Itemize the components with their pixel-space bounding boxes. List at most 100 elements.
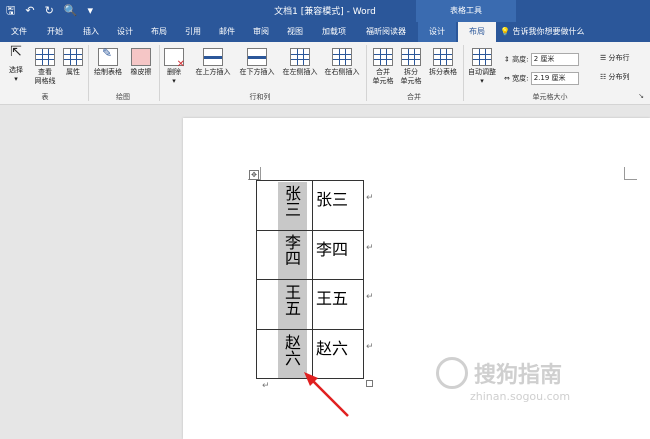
distribute-rows-icon: ☰ [600, 54, 607, 62]
cell-size-group-label: 单元格大小 [532, 93, 568, 101]
split-table-icon [433, 48, 453, 66]
insert-right-icon [332, 48, 352, 66]
tab-insert[interactable]: 插入 [76, 22, 106, 42]
table-tools-group-label: 表格工具 [416, 0, 516, 22]
tab-layout[interactable]: 布局 [144, 22, 174, 42]
cursor-icon: ⇱ [10, 44, 22, 60]
end-of-cell-mark: ↵ [366, 342, 374, 352]
end-of-cell-mark: ↵ [366, 292, 374, 302]
paragraph-mark: ↵ [262, 381, 270, 391]
draw-table-label: 绘制表格 [94, 68, 122, 76]
properties-label: 属性 [66, 68, 80, 76]
split-label-1: 拆分 [404, 68, 418, 76]
tab-design[interactable]: 设计 [110, 22, 140, 42]
lightbulb-icon: 💡 [500, 27, 510, 36]
cell-text: 赵六 [316, 339, 349, 358]
cell-text-vertical: 张三 [282, 185, 301, 217]
tell-me-box[interactable]: 💡 告诉我你想要做什么 [500, 22, 585, 42]
row-height-icon: ⇕ [504, 55, 510, 64]
view-gridlines-label-1: 查看 [38, 68, 52, 76]
insert-right-button[interactable]: 在右侧插入 [322, 48, 362, 77]
autofit-icon [472, 48, 492, 66]
red-arrow-annotation [304, 372, 349, 417]
eraser-button[interactable]: 橡皮擦 [126, 48, 156, 77]
properties-button[interactable]: 属性 [62, 48, 84, 77]
separator [159, 45, 160, 101]
insert-below-label: 在下方插入 [239, 68, 275, 76]
distribute-rows-button[interactable]: ☰ 分布行 [600, 53, 630, 63]
eraser-label: 橡皮擦 [130, 68, 152, 76]
table-group-label: 表 [41, 93, 49, 101]
draw-group-label: 绘图 [116, 93, 130, 101]
tab-table-design[interactable]: 设计 [418, 22, 456, 42]
insert-left-label: 在左侧插入 [282, 68, 318, 76]
height-row: ⇕ 高度: 2 厘米 [504, 53, 579, 66]
insert-below-icon [247, 48, 267, 66]
crop-mark-top-right [624, 167, 637, 180]
merge-group-label: 合并 [407, 93, 421, 101]
cell-text-vertical: 赵六 [282, 334, 301, 366]
insert-below-button[interactable]: 在下方插入 [236, 48, 278, 77]
tab-home[interactable]: 开始 [38, 22, 72, 42]
insert-above-button[interactable]: 在上方插入 [192, 48, 234, 77]
tab-review[interactable]: 审阅 [246, 22, 276, 42]
rows-cols-group-label: 行和列 [249, 93, 271, 101]
tab-mailings[interactable]: 邮件 [212, 22, 242, 42]
column-width-icon: ⇔ [504, 74, 510, 83]
tab-view[interactable]: 视图 [280, 22, 310, 42]
split-table-button[interactable]: 拆分表格 [426, 48, 460, 77]
separator [88, 45, 89, 101]
view-gridlines-button[interactable]: 查看 网格线 [30, 48, 60, 86]
cell-text: 张三 [316, 190, 349, 209]
eraser-icon [131, 48, 151, 66]
delete-button[interactable]: 删除▾ [162, 48, 186, 86]
merge-cells-icon [373, 48, 393, 66]
tell-me-text: 告诉我你想要做什么 [512, 27, 585, 36]
draw-table-icon [98, 48, 118, 66]
cell-text-vertical: 李四 [282, 234, 301, 266]
tab-addins[interactable]: 加载项 [314, 22, 354, 42]
merge-label-2: 单元格 [372, 77, 394, 85]
separator [366, 45, 367, 101]
sogou-logo-icon [436, 357, 468, 389]
ribbon-tabs: 文件 开始 插入 设计 布局 引用 邮件 审阅 视图 加载项 福昕阅读器 设计 … [0, 22, 650, 42]
table-move-handle-icon[interactable]: ✥ [249, 170, 259, 180]
select-button[interactable]: ⇱ 选择 ▾ [4, 44, 28, 84]
insert-above-icon [203, 48, 223, 66]
insert-left-icon [290, 48, 310, 66]
insert-right-label: 在右侧插入 [324, 68, 360, 76]
width-input[interactable]: 2.19 厘米 [530, 72, 579, 85]
split-label-2: 单元格 [400, 77, 422, 85]
distribute-cols-button[interactable]: ☷ 分布列 [600, 72, 630, 82]
width-label: 宽度: [512, 74, 529, 83]
merge-cells-button[interactable]: 合并 单元格 [370, 48, 396, 86]
select-label: 选择 [9, 66, 23, 74]
gridlines-icon [35, 48, 55, 66]
view-gridlines-label-2: 网格线 [34, 77, 56, 85]
distribute-rows-label: 分布行 [608, 54, 630, 62]
watermark-url: zhinan.sogou.com [470, 390, 571, 403]
split-cells-button[interactable]: 拆分 单元格 [398, 48, 424, 86]
separator [463, 45, 464, 101]
tab-foxit-reader[interactable]: 福昕阅读器 [360, 22, 412, 42]
table-resize-handle[interactable] [366, 380, 373, 387]
height-input[interactable]: 2 厘米 [530, 53, 579, 66]
tab-references[interactable]: 引用 [178, 22, 208, 42]
draw-table-button[interactable]: 绘制表格 [92, 48, 124, 77]
tab-file[interactable]: 文件 [4, 22, 34, 42]
end-of-cell-mark: ↵ [366, 193, 374, 203]
width-row: ⇔ 宽度: 2.19 厘米 [504, 72, 579, 85]
distribute-cols-label: 分布列 [608, 73, 630, 81]
autofit-label: 自动调整 [468, 68, 496, 76]
autofit-button[interactable]: 自动调整 ▾ [466, 48, 498, 86]
tab-table-layout[interactable]: 布局 [458, 22, 496, 42]
distribute-cols-icon: ☷ [600, 73, 607, 81]
cell-text: 王五 [316, 289, 349, 308]
title-bar: 🖫 ↶ ↻ 🔍 ▾ 文档1 [兼容模式] - Word 表格工具 [0, 0, 650, 22]
split-table-label: 拆分表格 [429, 68, 457, 76]
watermark-text: 搜狗指南 [474, 363, 563, 388]
dialog-launcher-icon[interactable]: ↘ [636, 92, 646, 100]
split-cells-icon [401, 48, 421, 66]
insert-left-button[interactable]: 在左侧插入 [280, 48, 320, 77]
height-label: 高度: [512, 55, 529, 64]
